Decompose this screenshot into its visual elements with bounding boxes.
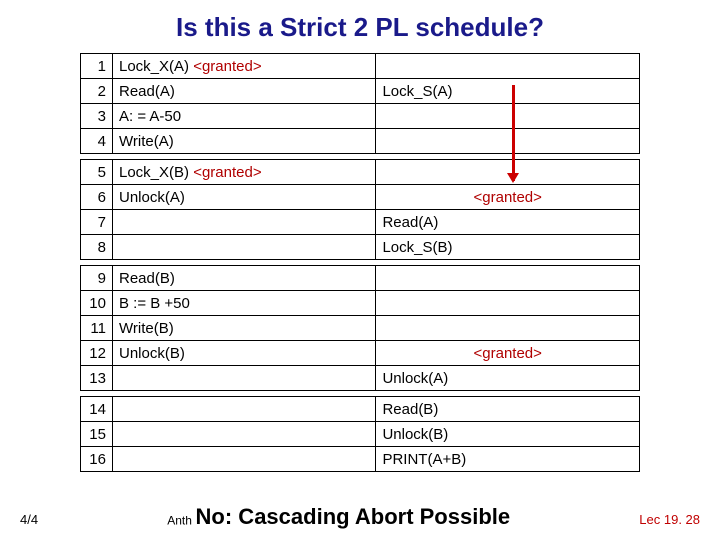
- t1-op: Unlock(A): [112, 185, 375, 210]
- t2-op: Lock_S(A): [376, 79, 640, 104]
- granted-tag: <granted>: [193, 58, 261, 75]
- t1-op: Read(B): [112, 266, 375, 291]
- t2-op: [376, 266, 640, 291]
- answer-text: No: Cascading Abort Possible: [196, 504, 511, 529]
- step-num: 14: [81, 397, 113, 422]
- t1-op: Lock_X(B) <granted>: [112, 160, 375, 185]
- t1-op: Write(B): [112, 316, 375, 341]
- step-num: 1: [81, 54, 113, 79]
- step-num: 11: [81, 316, 113, 341]
- schedule-table-wrap: 1 Lock_X(A) <granted> 2 Read(A) Lock_S(A…: [80, 53, 640, 472]
- table-row: 9 Read(B): [81, 266, 640, 291]
- t1-op: Unlock(B): [112, 341, 375, 366]
- table-row: 4 Write(A): [81, 129, 640, 154]
- footer-lecnum: Lec 19. 28: [639, 512, 700, 527]
- step-num: 9: [81, 266, 113, 291]
- table-row: 16 PRINT(A+B): [81, 447, 640, 472]
- t2-op: PRINT(A+B): [376, 447, 640, 472]
- step-num: 8: [81, 235, 113, 260]
- t2-op: <granted>: [376, 185, 640, 210]
- step-num: 7: [81, 210, 113, 235]
- step-num: 3: [81, 104, 113, 129]
- t1-op: Write(A): [112, 129, 375, 154]
- schedule-table: 1 Lock_X(A) <granted> 2 Read(A) Lock_S(A…: [80, 53, 640, 472]
- table-row: 1 Lock_X(A) <granted>: [81, 54, 640, 79]
- step-num: 15: [81, 422, 113, 447]
- table-row: 10 B := B +50: [81, 291, 640, 316]
- t2-op: [376, 104, 640, 129]
- table-row: 7 Read(A): [81, 210, 640, 235]
- table-row: 6 Unlock(A) <granted>: [81, 185, 640, 210]
- table-row: 12 Unlock(B) <granted>: [81, 341, 640, 366]
- t1-op: [112, 397, 375, 422]
- step-num: 6: [81, 185, 113, 210]
- granted-tag: <granted>: [474, 189, 542, 206]
- step-num: 16: [81, 447, 113, 472]
- granted-tag: <granted>: [474, 345, 542, 362]
- t1-op: A: = A-50: [112, 104, 375, 129]
- slide-footer: 4/4 Anth No: Cascading Abort Possible Le…: [0, 504, 720, 530]
- t2-op: <granted>: [376, 341, 640, 366]
- table-row: 3 A: = A-50: [81, 104, 640, 129]
- footer-center: Anth No: Cascading Abort Possible: [38, 504, 639, 530]
- table-row: 13 Unlock(A): [81, 366, 640, 391]
- table-row: 15 Unlock(B): [81, 422, 640, 447]
- t1-op: Read(A): [112, 79, 375, 104]
- table-row: 11 Write(B): [81, 316, 640, 341]
- table-row: 2 Read(A) Lock_S(A): [81, 79, 640, 104]
- table-row: 8 Lock_S(B): [81, 235, 640, 260]
- table-row: 14 Read(B): [81, 397, 640, 422]
- t2-op: Read(B): [376, 397, 640, 422]
- t2-op: Unlock(B): [376, 422, 640, 447]
- step-num: 10: [81, 291, 113, 316]
- t2-op: [376, 316, 640, 341]
- step-num: 5: [81, 160, 113, 185]
- t1-op: [112, 210, 375, 235]
- step-num: 2: [81, 79, 113, 104]
- t2-op: [376, 54, 640, 79]
- table-row: 5 Lock_X(B) <granted>: [81, 160, 640, 185]
- t1-op: [112, 422, 375, 447]
- granted-tag: <granted>: [193, 164, 261, 181]
- t1-op: B := B +50: [112, 291, 375, 316]
- footer-date: 4/4: [20, 512, 38, 527]
- t2-op: Read(A): [376, 210, 640, 235]
- t1-op: [112, 447, 375, 472]
- t2-op: Lock_S(B): [376, 235, 640, 260]
- step-num: 13: [81, 366, 113, 391]
- t1-op: [112, 235, 375, 260]
- t2-op: Unlock(A): [376, 366, 640, 391]
- wait-arrow-icon: [512, 85, 515, 181]
- step-num: 12: [81, 341, 113, 366]
- t2-op: [376, 129, 640, 154]
- step-num: 4: [81, 129, 113, 154]
- slide-title: Is this a Strict 2 PL schedule?: [0, 0, 720, 53]
- footer-author: Anth: [167, 514, 192, 528]
- t1-op: [112, 366, 375, 391]
- t1-op: Lock_X(A) <granted>: [112, 54, 375, 79]
- t2-op: [376, 291, 640, 316]
